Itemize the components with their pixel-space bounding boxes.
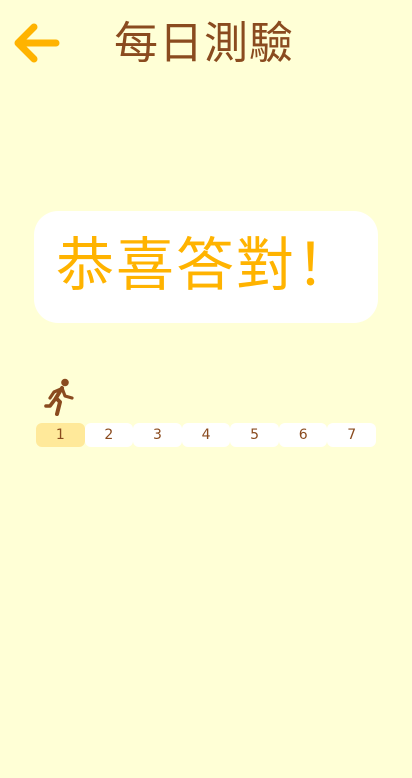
progress-step-2: 2 [84, 423, 134, 447]
progress-step-4: 4 [181, 423, 231, 447]
page-title: 每日測驗 [114, 18, 294, 69]
progress-steps: 1 2 3 4 5 6 7 [36, 423, 377, 447]
arrow-left-icon [14, 23, 60, 63]
back-button[interactable] [10, 18, 64, 68]
running-person-icon [44, 378, 76, 416]
result-card: 恭喜答對！ [34, 211, 378, 323]
progress-step-3: 3 [133, 423, 182, 447]
progress-step-5: 5 [230, 423, 279, 447]
progress-step-7: 7 [327, 423, 377, 447]
result-message: 恭喜答對！ [55, 231, 356, 299]
progress-step-6: 6 [278, 423, 328, 447]
progress-step-1: 1 [36, 423, 85, 447]
header: 每日測驗 [0, 0, 412, 90]
